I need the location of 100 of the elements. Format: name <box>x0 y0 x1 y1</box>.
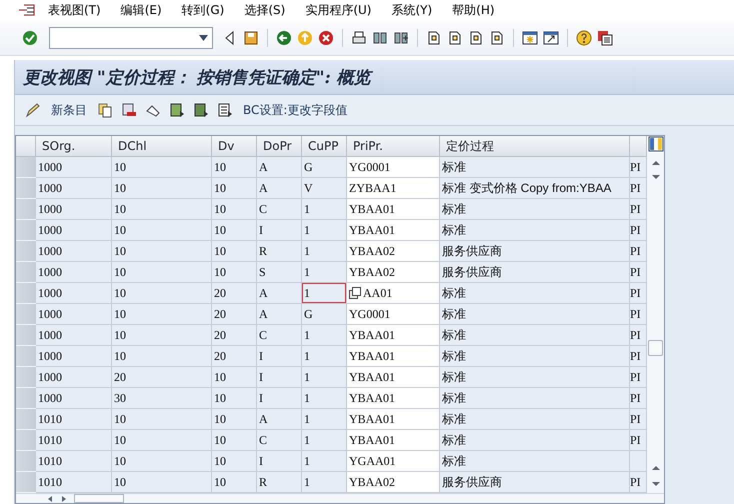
value-help-icon[interactable] <box>349 287 361 299</box>
next-page-icon[interactable] <box>468 30 484 46</box>
copy-icon[interactable] <box>97 102 113 118</box>
division-cell: 10 <box>212 430 257 451</box>
doc-proc-cell: A <box>257 283 302 304</box>
procedure-cell[interactable]: YBAA01 <box>347 220 440 241</box>
menu-item[interactable]: 帮助(H) <box>442 2 505 19</box>
find-next-icon[interactable] <box>393 30 409 46</box>
dropdown-icon[interactable] <box>199 34 208 41</box>
cut-off-cell: PI <box>630 388 647 409</box>
cust-proc-cell[interactable]: 1 <box>302 220 347 241</box>
description-cell: 标准 <box>440 451 630 472</box>
save-icon[interactable] <box>243 30 259 46</box>
channel-cell: 10 <box>112 472 212 493</box>
description-cell: 服务供应商 <box>440 241 630 262</box>
print-icon[interactable] <box>351 30 367 46</box>
cust-proc-cell[interactable]: 1 <box>302 367 347 388</box>
last-page-icon[interactable] <box>489 30 505 46</box>
cut-off-cell: PI <box>630 325 647 346</box>
back-icon[interactable] <box>276 30 292 46</box>
cust-proc-cell[interactable]: 1 <box>302 283 347 304</box>
menu-item[interactable]: 表视图(T) <box>38 2 111 19</box>
division-cell: 10 <box>212 262 257 283</box>
new-entries-button[interactable]: 新条目 <box>49 102 89 118</box>
division-cell: 10 <box>212 451 257 472</box>
scroll-down-icon[interactable] <box>650 172 660 182</box>
channel-cell: 10 <box>112 157 212 178</box>
sales-org-cell: 1000 <box>36 178 112 199</box>
channel-cell: 10 <box>112 178 212 199</box>
scroll-thumb[interactable] <box>648 340 663 356</box>
menu-item[interactable]: 系统(Y) <box>381 2 442 19</box>
bc-set-button[interactable]: BC设置:更改字段值 <box>241 102 350 118</box>
select-all-icon[interactable] <box>169 102 185 118</box>
procedure-cell[interactable]: YG0001 <box>347 304 440 325</box>
doc-proc-cell: I <box>257 346 302 367</box>
scroll-thumb[interactable] <box>74 494 124 503</box>
description-cell: 标准 <box>440 199 630 220</box>
procedure-cell[interactable]: YBAA02 <box>347 472 440 493</box>
procedure-cell[interactable]: YGAA01 <box>347 451 440 472</box>
sales-org-cell: 1000 <box>36 220 112 241</box>
cust-proc-cell[interactable]: 1 <box>302 241 347 262</box>
enter-icon[interactable] <box>22 30 38 46</box>
procedure-cell[interactable]: YBAA01 <box>347 388 440 409</box>
select-block-icon[interactable] <box>193 102 209 118</box>
cust-proc-cell[interactable]: 1 <box>302 409 347 430</box>
layout-icon[interactable] <box>597 30 613 46</box>
procedure-cell[interactable]: YBAA02 <box>347 262 440 283</box>
cust-proc-cell[interactable]: 1 <box>302 199 347 220</box>
cust-proc-cell[interactable]: 1 <box>302 325 347 346</box>
scroll-up-icon[interactable] <box>650 463 660 473</box>
cancel-icon[interactable] <box>318 30 334 46</box>
column-settings-icon[interactable] <box>648 136 664 152</box>
command-field[interactable] <box>49 26 213 49</box>
procedure-cell[interactable]: YBAA01 <box>347 430 440 451</box>
doc-proc-cell: S <box>257 262 302 283</box>
cust-proc-cell[interactable]: 1 <box>302 346 347 367</box>
cut-off-cell: PI <box>630 472 647 493</box>
cut-off-cell: PI <box>630 409 647 430</box>
procedure-cell[interactable]: YBAA02 <box>347 241 440 262</box>
cust-proc-cell[interactable]: 1 <box>302 262 347 283</box>
column-header[interactable]: Dv <box>212 136 257 157</box>
menu-item[interactable]: 转到(G) <box>172 2 234 19</box>
cust-proc-cell[interactable]: 1 <box>302 472 347 493</box>
column-header[interactable]: CuPP <box>302 136 347 157</box>
procedure-cell[interactable]: YBAA01 <box>347 199 440 220</box>
scroll-up-icon[interactable] <box>650 158 660 168</box>
deselect-all-icon[interactable] <box>217 102 233 118</box>
shortcut-icon[interactable] <box>543 30 559 46</box>
cust-proc-cell[interactable]: 1 <box>302 451 347 472</box>
scroll-down-icon[interactable] <box>650 479 660 489</box>
column-header[interactable]: DChl <box>112 136 212 157</box>
menu-item[interactable]: 编辑(E) <box>110 2 172 19</box>
cust-proc-cell[interactable]: G <box>302 304 347 325</box>
procedure-cell[interactable]: YBAA01 <box>347 409 440 430</box>
menu-item[interactable]: 选择(S) <box>234 2 296 19</box>
procedure-cell[interactable]: ZYBAA1 <box>347 178 440 199</box>
procedure-cell[interactable]: YG0001 <box>347 157 440 178</box>
previous-page-icon[interactable] <box>447 30 463 46</box>
cust-proc-cell[interactable]: 1 <box>302 388 347 409</box>
division-cell: 20 <box>212 346 257 367</box>
column-header[interactable]: 定价过程 <box>440 136 630 157</box>
pencil-icon[interactable] <box>25 102 41 118</box>
cust-proc-cell[interactable]: 1 <box>302 430 347 451</box>
column-header[interactable]: DoPr <box>257 136 302 157</box>
sales-org-cell: 1000 <box>36 157 112 178</box>
procedure-cell[interactable]: YBAA01 <box>347 346 440 367</box>
screen-title: 更改视图 "定价过程： 按销售凭证确定": 概览 <box>23 66 371 88</box>
procedure-cell[interactable]: YBAA01 <box>347 367 440 388</box>
procedure-cell[interactable]: YBAA01 <box>347 325 440 346</box>
help-icon[interactable] <box>576 30 592 46</box>
find-icon[interactable] <box>372 30 388 46</box>
cust-proc-cell[interactable]: G <box>302 157 347 178</box>
delete-icon[interactable] <box>121 102 137 118</box>
procedure-cell[interactable]: AA01 <box>347 283 440 304</box>
menu-item[interactable]: 实用程序(U) <box>295 2 382 19</box>
cust-proc-cell[interactable]: V <box>302 178 347 199</box>
first-page-icon[interactable] <box>426 30 442 46</box>
new-session-icon[interactable] <box>522 30 538 46</box>
column-header[interactable]: SOrg. <box>36 136 112 157</box>
column-header[interactable]: PriPr. <box>347 136 440 157</box>
